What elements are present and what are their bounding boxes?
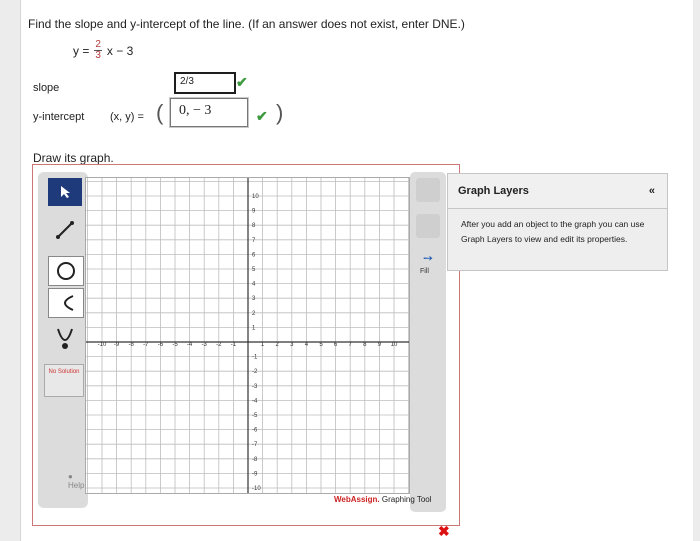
layers-title: Graph Layers (458, 185, 529, 197)
fill-label: Fill (420, 268, 429, 275)
help-label: Help (68, 481, 85, 490)
fill-icon: ➙ (423, 251, 434, 265)
help-icon: ● (68, 472, 73, 481)
y-tick-label: 9 (252, 209, 256, 215)
webassign-brand: WebAssign. Graphing Tool (334, 495, 432, 504)
brand-name: WebAssign. (334, 495, 380, 504)
slope-label: slope (33, 82, 60, 94)
x-tick-label: -9 (114, 342, 120, 348)
y-tick-label: -7 (252, 442, 258, 448)
eq-fraction: 2 3 (94, 40, 102, 61)
layers-description: After you add an object to the graph you… (461, 219, 645, 244)
question-text: Find the slope and y-intercept of the li… (28, 17, 465, 31)
slope-correct-icon: ✔ (236, 74, 248, 90)
x-tick-label: -1 (231, 342, 237, 348)
y-tick-label: -6 (252, 428, 258, 434)
delete-button[interactable] (416, 214, 440, 238)
y-tick-label: -2 (252, 369, 258, 375)
circle-icon (57, 262, 75, 280)
tool-palette: No Solution ● Help (38, 172, 88, 508)
copy-button[interactable] (416, 178, 440, 202)
y-tick-label: 2 (252, 311, 256, 317)
x-tick-label: -6 (158, 342, 164, 348)
point-icon (62, 343, 68, 349)
x-tick-label: 3 (290, 342, 294, 348)
x-tick-label: -4 (187, 342, 193, 348)
eq-lhs: y = (73, 43, 90, 58)
x-tick-label: -8 (129, 342, 135, 348)
x-tick-label: 9 (378, 342, 382, 348)
incorrect-icon: ✖ (438, 523, 450, 539)
draw-graph-label: Draw its graph. (33, 151, 114, 165)
graph-canvas[interactable]: -10 -9 -8 -7 -6 -5 -4 -3 -2 -1 1 2 3 4 5 6 7 8 9 10 10 9 8 7 6 5 4… (85, 177, 410, 494)
line-tool[interactable] (48, 216, 82, 244)
circle-tool[interactable] (48, 256, 84, 286)
edit-palette: ➙ Fill (410, 172, 446, 512)
y-tick-label: 1 (252, 325, 256, 331)
y-tick-label: 10 (252, 194, 259, 200)
eq-den: 3 (95, 50, 101, 61)
parabola-left-icon (64, 295, 74, 311)
yintercept-correct-icon: ✔ (256, 108, 268, 124)
yintercept-coord-label: (x, y) = (110, 111, 144, 123)
yintercept-input[interactable]: 0, − 3 (169, 97, 249, 128)
x-tick-label: -5 (172, 342, 178, 348)
y-tick-label: -8 (252, 457, 258, 463)
x-tick-label: -3 (202, 342, 208, 348)
collapse-icon[interactable]: « (649, 185, 655, 197)
point-tool[interactable] (48, 332, 82, 360)
pointer-tool[interactable] (48, 178, 82, 206)
equation: y = 2 3 x − 3 (73, 40, 133, 61)
no-solution-button[interactable]: No Solution (44, 364, 84, 397)
horizontal-parabola-tool[interactable] (48, 288, 84, 318)
yintercept-label: y-intercept (33, 111, 85, 123)
x-tick-label: 2 (276, 342, 280, 348)
layers-header: Graph Layers « (448, 174, 667, 209)
y-tick-label: 7 (252, 238, 256, 244)
y-tick-label: -1 (252, 355, 258, 361)
x-tick-label: -2 (216, 342, 222, 348)
y-tick-label: 4 (252, 282, 256, 288)
slope-input[interactable]: 2/3 (174, 72, 236, 94)
x-tick-label: -7 (143, 342, 149, 348)
y-tick-label: 3 (252, 296, 256, 302)
x-tick-label: 8 (363, 342, 367, 348)
cursor-icon (61, 186, 70, 198)
y-tick-label: 8 (252, 223, 256, 229)
x-tick-label: -10 (98, 342, 107, 348)
y-tick-label: 6 (252, 252, 256, 258)
y-tick-label: -9 (252, 471, 258, 477)
graph-grid[interactable]: -10 -9 -8 -7 -6 -5 -4 -3 -2 -1 1 2 3 4 5 6 7 8 9 10 10 9 8 7 6 5 4… (86, 178, 410, 493)
line-icon (56, 221, 74, 239)
x-tick-label: 6 (334, 342, 338, 348)
y-tick-label: -3 (252, 384, 258, 390)
brand-suffix: Graphing Tool (379, 495, 432, 504)
y-tick-label: 5 (252, 267, 256, 273)
y-tick-label: -5 (252, 413, 258, 419)
y-tick-label: -10 (252, 486, 261, 492)
x-tick-label: 7 (349, 342, 353, 348)
x-tick-label: 10 (391, 342, 398, 348)
graph-layers-panel: Graph Layers « After you add an object t… (447, 173, 668, 271)
y-tick-label: -4 (252, 398, 258, 404)
x-tick-label: 4 (305, 342, 309, 348)
x-tick-label: 1 (261, 342, 265, 348)
x-tick-label: 5 (319, 342, 323, 348)
open-paren: ( (156, 100, 164, 125)
close-paren: ) (276, 100, 284, 125)
eq-rhs: x − 3 (106, 43, 134, 58)
